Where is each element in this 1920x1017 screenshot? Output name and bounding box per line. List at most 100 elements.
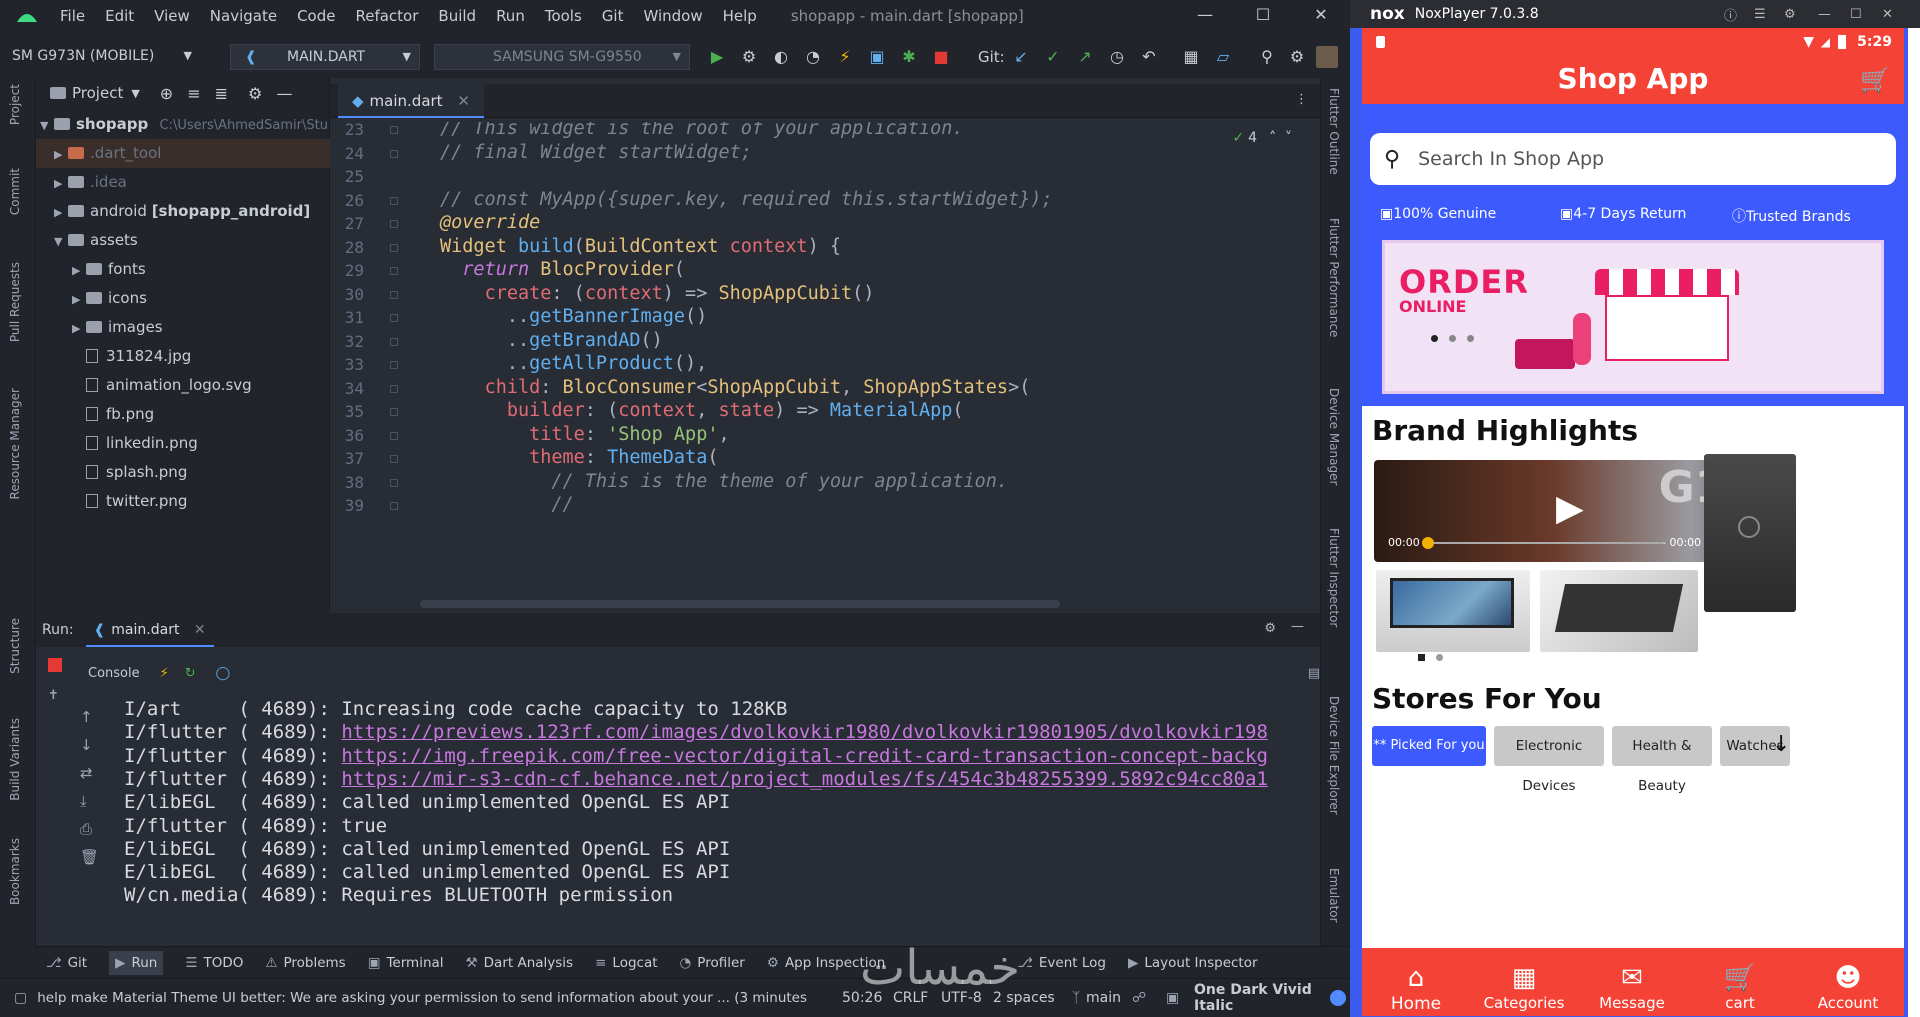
- close-icon[interactable]: ✕: [1882, 7, 1893, 22]
- carousel-dot-active[interactable]: [1431, 335, 1438, 342]
- fold-marker-icon[interactable]: [390, 196, 398, 205]
- minimize-icon[interactable]: —: [1176, 0, 1234, 32]
- horizontal-scrollbar[interactable]: [420, 600, 1060, 608]
- menu-build[interactable]: Build: [428, 7, 486, 25]
- hot-reload-icon[interactable]: ⚡: [834, 46, 856, 68]
- menu-edit[interactable]: Edit: [95, 7, 144, 25]
- git-push-icon[interactable]: ↗: [1074, 46, 1096, 68]
- tool-window-tab[interactable]: ☰ TODO: [185, 955, 243, 971]
- tree-item[interactable]: fb.png: [36, 400, 330, 429]
- chip-picked-for-you[interactable]: ** Picked For you **: [1372, 726, 1486, 793]
- menu-git[interactable]: Git: [592, 7, 634, 25]
- tool-tab-emulator[interactable]: Emulator: [1327, 868, 1341, 923]
- lock-icon[interactable]: ☍: [1132, 990, 1146, 1006]
- fold-marker-icon[interactable]: [390, 408, 398, 416]
- status-message[interactable]: help make Material Theme UI better: We a…: [37, 990, 807, 1006]
- sdk-manager-icon[interactable]: ▱: [1212, 46, 1234, 68]
- tree-item[interactable]: animation_logo.svg: [36, 371, 330, 400]
- chevron-icon[interactable]: ▶: [72, 285, 86, 313]
- menu-run[interactable]: Run: [486, 7, 535, 25]
- chevron-icon[interactable]: ▶: [54, 169, 68, 197]
- chip-health-beauty[interactable]: Health & Beauty: [1612, 726, 1712, 794]
- attach-debugger-icon[interactable]: ✱: [898, 46, 920, 68]
- scroll-to-end-icon[interactable]: ⤓: [80, 792, 87, 810]
- locate-icon[interactable]: ⊕: [160, 84, 173, 103]
- code-line[interactable]: theme: ThemeData(: [440, 447, 718, 468]
- git-branch[interactable]: main: [1086, 990, 1121, 1006]
- nav-home[interactable]: ⌂ Home: [1362, 962, 1470, 1014]
- tree-item[interactable]: ▶ icons: [36, 284, 330, 313]
- tree-item[interactable]: ▶ android [shopapp_android]: [36, 197, 330, 226]
- tool-tab-pull-requests[interactable]: Pull Requests: [8, 262, 28, 342]
- code-line[interactable]: @override: [440, 212, 540, 233]
- run-icon[interactable]: ▶: [706, 46, 728, 68]
- tree-item[interactable]: ▼ assets: [36, 226, 330, 255]
- rollback-icon[interactable]: ↶: [1138, 46, 1160, 68]
- debug-icon[interactable]: ⚙: [738, 46, 760, 68]
- tree-item[interactable]: ▶ .dart_tool: [36, 139, 330, 168]
- pin-icon[interactable]: ✝: [48, 688, 59, 703]
- arrow-down-icon[interactable]: ↓: [80, 736, 93, 754]
- code-line[interactable]: Widget build(BuildContext context) {: [440, 236, 841, 257]
- tree-item[interactable]: splash.png: [36, 458, 330, 487]
- video-scrubber[interactable]: [1422, 537, 1434, 549]
- git-commit-icon[interactable]: ✓: [1042, 46, 1064, 68]
- tool-tab-bookmarks[interactable]: Bookmarks: [8, 838, 28, 905]
- theme-name[interactable]: One Dark Vivid Italic: [1194, 982, 1350, 1014]
- search-icon[interactable]: ⚲: [1256, 46, 1278, 68]
- code-line[interactable]: ..getBrandAD(): [440, 330, 663, 351]
- code-line[interactable]: // final Widget startWidget;: [440, 142, 752, 163]
- video-progress-track[interactable]: [1428, 542, 1662, 544]
- tree-item[interactable]: ▶ .idea: [36, 168, 330, 197]
- tool-tab-device-file-explorer[interactable]: Device File Explorer: [1327, 696, 1341, 815]
- fold-marker-icon[interactable]: [390, 455, 398, 463]
- stop-icon[interactable]: ■: [930, 46, 952, 68]
- chevron-icon[interactable]: ▶: [54, 198, 68, 226]
- run-tab-main-dart[interactable]: ❰ main.dart ✕: [85, 613, 214, 647]
- fold-marker-icon[interactable]: [390, 290, 398, 299]
- tree-item[interactable]: linkedin.png: [36, 429, 330, 458]
- tool-window-tab[interactable]: ⚠ Problems: [265, 955, 345, 971]
- expand-all-icon[interactable]: ≡: [187, 84, 200, 103]
- tree-item[interactable]: 311824.jpg: [36, 342, 330, 371]
- menu-help[interactable]: Help: [713, 7, 767, 25]
- tool-window-tab[interactable]: ▶ Layout Inspector: [1128, 955, 1258, 971]
- code-area[interactable]: ✓ 4 ˄ ˅ 23 // This widget is the root of yo…: [330, 122, 1320, 610]
- menu-view[interactable]: View: [144, 7, 200, 25]
- tool-tab-build-variants[interactable]: Build Variants: [8, 718, 28, 801]
- fold-marker-icon[interactable]: [390, 126, 398, 134]
- arrow-down-icon[interactable]: ↓: [1772, 732, 1790, 757]
- maximize-icon[interactable]: ☐: [1850, 7, 1862, 22]
- cart-icon[interactable]: 🛒: [1860, 66, 1890, 94]
- fold-marker-icon[interactable]: [390, 384, 398, 393]
- tool-window-tab[interactable]: ⎇ Git: [46, 955, 87, 971]
- collapse-all-icon[interactable]: ≣: [215, 84, 228, 103]
- tool-window-tab[interactable]: ≡ Logcat: [595, 955, 657, 971]
- fold-marker-icon[interactable]: [390, 478, 398, 487]
- target-device-dropdown[interactable]: SM G973N (MOBILE) ▼: [4, 44, 200, 70]
- menu-code[interactable]: Code: [287, 7, 345, 25]
- notification-icon[interactable]: [1330, 990, 1346, 1006]
- fold-marker-icon[interactable]: [390, 431, 398, 440]
- fold-marker-icon[interactable]: [390, 314, 398, 322]
- trash-icon[interactable]: 🗑: [80, 848, 99, 866]
- more-icon[interactable]: ⋮: [1295, 92, 1308, 107]
- tree-root[interactable]: ▼ shopapp C:\Users\AhmedSamir\Stu: [36, 110, 330, 139]
- nav-categories[interactable]: ▦ Categories: [1470, 962, 1578, 1012]
- hide-icon[interactable]: —: [1291, 619, 1304, 634]
- nav-cart[interactable]: 🛒 cart: [1686, 962, 1794, 1012]
- code-line[interactable]: return BlocProvider(: [440, 259, 685, 280]
- fold-marker-icon[interactable]: [390, 267, 398, 275]
- carousel-dot-active[interactable]: [1418, 654, 1425, 661]
- project-panel-title[interactable]: Project: [72, 84, 123, 102]
- code-line[interactable]: // This widget is the root of your appli…: [440, 122, 963, 139]
- devtools-icon[interactable]: ◯: [216, 666, 231, 681]
- menu-window[interactable]: Window: [633, 7, 712, 25]
- stop-icon[interactable]: [48, 658, 62, 672]
- history-icon[interactable]: ◷: [1106, 46, 1128, 68]
- laptop-thumbnail[interactable]: [1376, 570, 1530, 652]
- soft-wrap-icon[interactable]: ⇄: [80, 764, 93, 782]
- device-manager-icon[interactable]: ▦: [1180, 46, 1202, 68]
- print-icon[interactable]: ⎙: [80, 820, 92, 838]
- tree-item[interactable]: twitter.png: [36, 487, 330, 516]
